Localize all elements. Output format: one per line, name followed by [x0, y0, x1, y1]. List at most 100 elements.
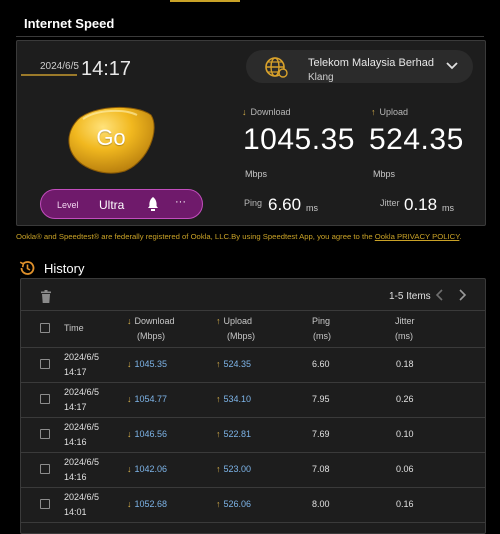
- row-checkbox[interactable]: [40, 429, 50, 439]
- upload-label-text: Upload: [379, 107, 409, 117]
- col-header-jitter-unit: (ms): [395, 331, 413, 341]
- col-header-download-unit: (Mbps): [137, 331, 166, 341]
- col-header-ping-unit: (ms): [313, 331, 331, 341]
- legal-end: .: [459, 232, 462, 241]
- upload-arrow-icon: ↑: [216, 464, 221, 474]
- go-label: Go: [96, 125, 126, 150]
- more-icon[interactable]: ···: [175, 196, 186, 208]
- jitter-value: 0.18: [404, 195, 438, 214]
- row-ping: 6.60: [312, 359, 330, 369]
- upload-arrow-icon: ↑: [216, 359, 221, 369]
- row-upload-value: 523.00: [223, 464, 252, 474]
- row-download-value: 1052.68: [134, 499, 168, 509]
- top-accent-bar: [170, 0, 240, 2]
- row-checkbox[interactable]: [40, 499, 50, 509]
- row-ping: 7.08: [312, 464, 330, 474]
- row-jitter: 0.18: [396, 359, 414, 369]
- row-checkbox[interactable]: [40, 464, 50, 474]
- upload-arrow-icon: ↑: [216, 316, 221, 326]
- jitter-unit: ms: [442, 203, 454, 213]
- row-download-value: 1042.06: [134, 464, 168, 474]
- col-header-upload[interactable]: ↑ Upload: [216, 314, 252, 329]
- row-upload: ↑ 522.81: [216, 427, 251, 442]
- download-value: 1045.35: [243, 123, 355, 156]
- level-label: Level: [57, 200, 79, 210]
- legal-notice: Ookla® and Speedtest® are federally regi…: [16, 232, 494, 241]
- chevron-down-icon: [446, 62, 458, 70]
- row-jitter: 0.26: [396, 394, 414, 404]
- row-divider: [21, 522, 485, 523]
- upload-unit: Mbps: [373, 169, 396, 179]
- row-jitter: 0.16: [396, 499, 414, 509]
- upload-arrow-icon: ↑: [216, 394, 221, 404]
- row-time: 14:16: [64, 472, 87, 482]
- history-card: 1-5 Items Time ↓ Download (Mbps) ↑ Upload …: [20, 278, 486, 534]
- col-header-time: Time: [64, 323, 84, 333]
- ping-label: Ping: [244, 198, 263, 208]
- download-arrow-icon: ↓: [127, 359, 132, 369]
- row-upload: ↑ 534.10: [216, 392, 251, 407]
- rocket-bell-icon: [148, 197, 158, 211]
- col-header-download-text: Download: [134, 316, 175, 326]
- items-count: 1-5 Items: [389, 291, 431, 302]
- chevron-right-icon[interactable]: [455, 288, 469, 302]
- row-jitter: 0.10: [396, 429, 414, 439]
- divider: [16, 36, 484, 37]
- upload-value: 524.35: [369, 123, 464, 156]
- col-header-jitter[interactable]: Jitter: [395, 314, 415, 329]
- row-jitter: 0.06: [396, 464, 414, 474]
- row-ping: 8.00: [312, 499, 330, 509]
- globe-icon: [265, 57, 288, 78]
- row-upload: ↑ 526.06: [216, 497, 251, 512]
- section-title: Internet Speed: [24, 16, 115, 31]
- download-arrow-icon: ↓: [127, 464, 132, 474]
- download-arrow-icon: ↓: [127, 499, 132, 509]
- legal-text: Ookla® and Speedtest® are federally regi…: [16, 232, 375, 241]
- history-title: History: [44, 261, 85, 276]
- row-download-value: 1045.35: [134, 359, 168, 369]
- speed-result-card: 2024/6/5 14:17 Telekom Malaysia Berhad K…: [16, 40, 486, 226]
- row-checkbox[interactable]: [40, 359, 50, 369]
- download-label-text: Download: [250, 107, 291, 117]
- download-arrow-icon: ↓: [127, 316, 132, 326]
- row-download: ↓ 1045.35: [127, 357, 167, 372]
- isp-selector[interactable]: Telekom Malaysia Berhad Klang: [246, 50, 473, 83]
- col-header-download[interactable]: ↓ Download: [127, 314, 175, 329]
- download-arrow-icon: ↓: [242, 107, 247, 117]
- row-checkbox[interactable]: [40, 394, 50, 404]
- level-selector[interactable]: Level Ultra ···: [40, 189, 203, 219]
- download-label: ↓ Download: [242, 107, 291, 117]
- upload-label: ↑ Upload: [371, 107, 408, 117]
- row-download-value: 1046.56: [134, 429, 168, 439]
- row-date: 2024/6/5: [64, 492, 100, 502]
- chevron-left-icon[interactable]: [433, 288, 447, 302]
- row-date: 2024/6/5: [64, 387, 100, 397]
- row-download: ↓ 1054.77: [127, 392, 167, 407]
- trash-icon[interactable]: [40, 290, 52, 303]
- col-header-ping[interactable]: Ping: [312, 314, 330, 329]
- row-upload-value: 526.06: [223, 499, 252, 509]
- row-divider: [21, 382, 485, 383]
- row-time: 14:17: [64, 402, 87, 412]
- divider: [21, 347, 485, 348]
- row-ping: 7.69: [312, 429, 330, 439]
- ping-value: 6.60: [268, 195, 302, 214]
- row-upload-value: 534.10: [223, 394, 252, 404]
- row-download-value: 1054.77: [134, 394, 168, 404]
- row-download: ↓ 1046.56: [127, 427, 167, 442]
- row-download: ↓ 1042.06: [127, 462, 167, 477]
- history-icon: [19, 261, 35, 275]
- row-download: ↓ 1052.68: [127, 497, 167, 512]
- result-time: 14:17: [81, 58, 132, 80]
- upload-arrow-icon: ↑: [371, 107, 376, 117]
- row-upload-value: 522.81: [223, 429, 252, 439]
- row-time: 14:01: [64, 507, 87, 517]
- privacy-policy-link[interactable]: Ookla PRIVACY POLICY: [375, 232, 460, 241]
- upload-arrow-icon: ↑: [216, 429, 221, 439]
- row-date: 2024/6/5: [64, 422, 100, 432]
- upload-arrow-icon: ↑: [216, 499, 221, 509]
- select-all-checkbox[interactable]: [40, 323, 50, 333]
- jitter-label: Jitter: [380, 198, 400, 208]
- row-upload: ↑ 523.00: [216, 462, 251, 477]
- download-arrow-icon: ↓: [127, 429, 132, 439]
